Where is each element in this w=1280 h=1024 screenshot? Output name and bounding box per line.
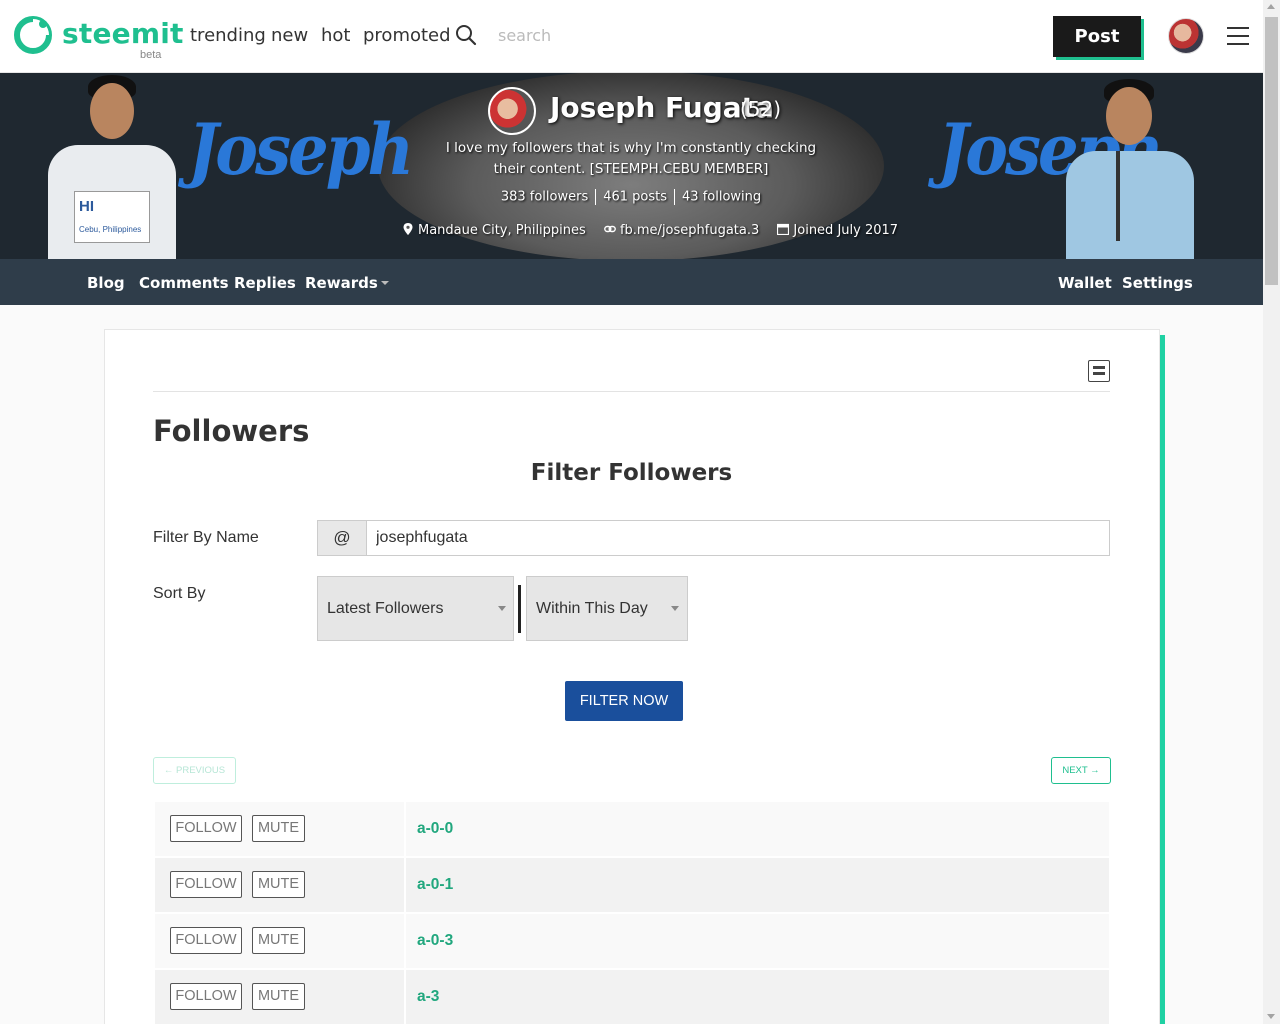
followers-count-link[interactable]: 383 followers xyxy=(501,190,588,205)
chevron-down-icon xyxy=(498,606,506,611)
collapse-toggle-icon[interactable] xyxy=(1088,360,1110,382)
profile-avatar[interactable] xyxy=(488,87,536,135)
follower-name-cell: a-0-1 xyxy=(406,858,1109,912)
page-scrollbar[interactable] xyxy=(1263,0,1280,1024)
scrollbar-thumb[interactable] xyxy=(1265,17,1278,285)
nav-hot[interactable]: hot xyxy=(321,25,350,46)
follower-name-cell: a-3 xyxy=(406,970,1109,1024)
sort-order-value: Latest Followers xyxy=(327,600,444,617)
hamburger-menu-icon[interactable] xyxy=(1227,27,1249,45)
chevron-down-icon xyxy=(671,606,679,611)
profile-reputation: (52) xyxy=(740,97,782,121)
follow-button[interactable]: FOLLOW xyxy=(170,927,242,954)
next-button[interactable]: NEXT → xyxy=(1051,757,1111,784)
search-input[interactable] xyxy=(498,22,698,48)
filter-now-button[interactable]: FILTER NOW xyxy=(565,681,683,721)
tab-settings[interactable]: Settings xyxy=(1122,274,1193,292)
follower-name-cell: a-0-3 xyxy=(406,914,1109,968)
follower-name-link[interactable]: a-0-3 xyxy=(417,932,453,950)
time-range-select[interactable]: Within This Day xyxy=(526,576,688,641)
mute-button[interactable]: MUTE xyxy=(252,871,305,898)
sort-by-label: Sort By xyxy=(153,585,206,602)
divider xyxy=(153,391,1110,392)
joined-item: Joined July 2017 xyxy=(777,223,898,238)
link-icon xyxy=(604,225,616,233)
posts-count: 461 posts xyxy=(603,189,668,205)
tab-comments[interactable]: Comments xyxy=(139,274,229,292)
following-count-link[interactable]: 43 following xyxy=(682,190,761,205)
beta-label: beta xyxy=(140,49,162,61)
cover-person-left: HI Cebu, Philippines xyxy=(40,73,180,259)
follower-actions: FOLLOW MUTE xyxy=(155,858,404,912)
mute-button[interactable]: MUTE xyxy=(252,983,305,1010)
mute-button[interactable]: MUTE xyxy=(252,927,305,954)
sort-order-select[interactable]: Latest Followers xyxy=(317,576,514,641)
cover-person-right xyxy=(1060,73,1200,259)
nav-trending[interactable]: trending xyxy=(190,25,266,46)
nav-promoted[interactable]: promoted xyxy=(363,25,451,46)
calendar-icon xyxy=(777,223,790,235)
follow-button[interactable]: FOLLOW xyxy=(170,871,242,898)
follower-name-link[interactable]: a-3 xyxy=(417,988,439,1006)
profile-about: I love my followers that is why I'm cons… xyxy=(445,140,817,177)
user-avatar[interactable] xyxy=(1168,18,1204,54)
nav-new[interactable]: new xyxy=(271,25,308,46)
accent-bar xyxy=(1160,335,1165,1024)
filter-by-name-label: Filter By Name xyxy=(153,529,259,546)
page-title: Followers xyxy=(153,414,310,448)
follower-row: FOLLOW MUTE a-3 xyxy=(155,970,1109,1024)
post-button[interactable]: Post xyxy=(1053,16,1141,57)
follower-actions: FOLLOW MUTE xyxy=(155,914,404,968)
follower-row: FOLLOW MUTE a-0-1 xyxy=(155,858,1109,912)
location-pin-icon xyxy=(403,223,413,235)
previous-button[interactable]: ← PREVIOUS xyxy=(153,757,236,784)
scroll-up-arrow-icon[interactable] xyxy=(1267,4,1275,9)
follower-row: FOLLOW MUTE a-0-0 xyxy=(155,802,1109,856)
at-prefix: @ xyxy=(317,520,367,556)
select-divider xyxy=(518,585,521,633)
location-item: Mandaue City, Philippines xyxy=(402,223,586,238)
steemit-logo-icon[interactable] xyxy=(14,16,52,54)
profile-stats: 383 followers 461 posts 43 following xyxy=(430,189,832,205)
website-item[interactable]: fb.me/josephfugata.3 xyxy=(604,223,759,238)
tab-rewards[interactable]: Rewards xyxy=(305,274,389,292)
follow-button[interactable]: FOLLOW xyxy=(170,983,242,1010)
chevron-down-icon xyxy=(380,281,389,285)
top-header: steemit beta trending new hot promoted P… xyxy=(0,0,1263,73)
mute-button[interactable]: MUTE xyxy=(252,815,305,842)
scroll-down-arrow-icon[interactable] xyxy=(1267,1014,1275,1019)
follower-name-link[interactable]: a-0-0 xyxy=(417,820,453,838)
profile-cover: HI Cebu, Philippines Joseph Joseph Josep… xyxy=(0,73,1263,259)
filter-name-input[interactable] xyxy=(366,520,1110,556)
follower-actions: FOLLOW MUTE xyxy=(155,970,404,1024)
profile-meta: Mandaue City, Philippines fb.me/josephfu… xyxy=(402,223,912,238)
tab-wallet[interactable]: Wallet xyxy=(1058,274,1112,292)
filter-title: Filter Followers xyxy=(530,460,733,486)
tab-replies[interactable]: Replies xyxy=(234,274,296,292)
search-icon[interactable] xyxy=(455,24,477,46)
hi-card: HI Cebu, Philippines xyxy=(74,191,150,243)
tab-blog[interactable]: Blog xyxy=(87,274,125,292)
follower-actions: FOLLOW MUTE xyxy=(155,802,404,856)
logo-text[interactable]: steemit xyxy=(62,17,184,50)
follow-button[interactable]: FOLLOW xyxy=(170,815,242,842)
profile-tab-bar: Blog Comments Replies Rewards Wallet Set… xyxy=(0,259,1263,305)
follower-name-link[interactable]: a-0-1 xyxy=(417,876,453,894)
tab-rewards-label: Rewards xyxy=(305,274,378,292)
follower-name-cell: a-0-0 xyxy=(406,802,1109,856)
follower-row: FOLLOW MUTE a-0-3 xyxy=(155,914,1109,968)
cover-joseph-text-left: Joseph xyxy=(188,109,414,192)
time-range-value: Within This Day xyxy=(536,600,648,617)
